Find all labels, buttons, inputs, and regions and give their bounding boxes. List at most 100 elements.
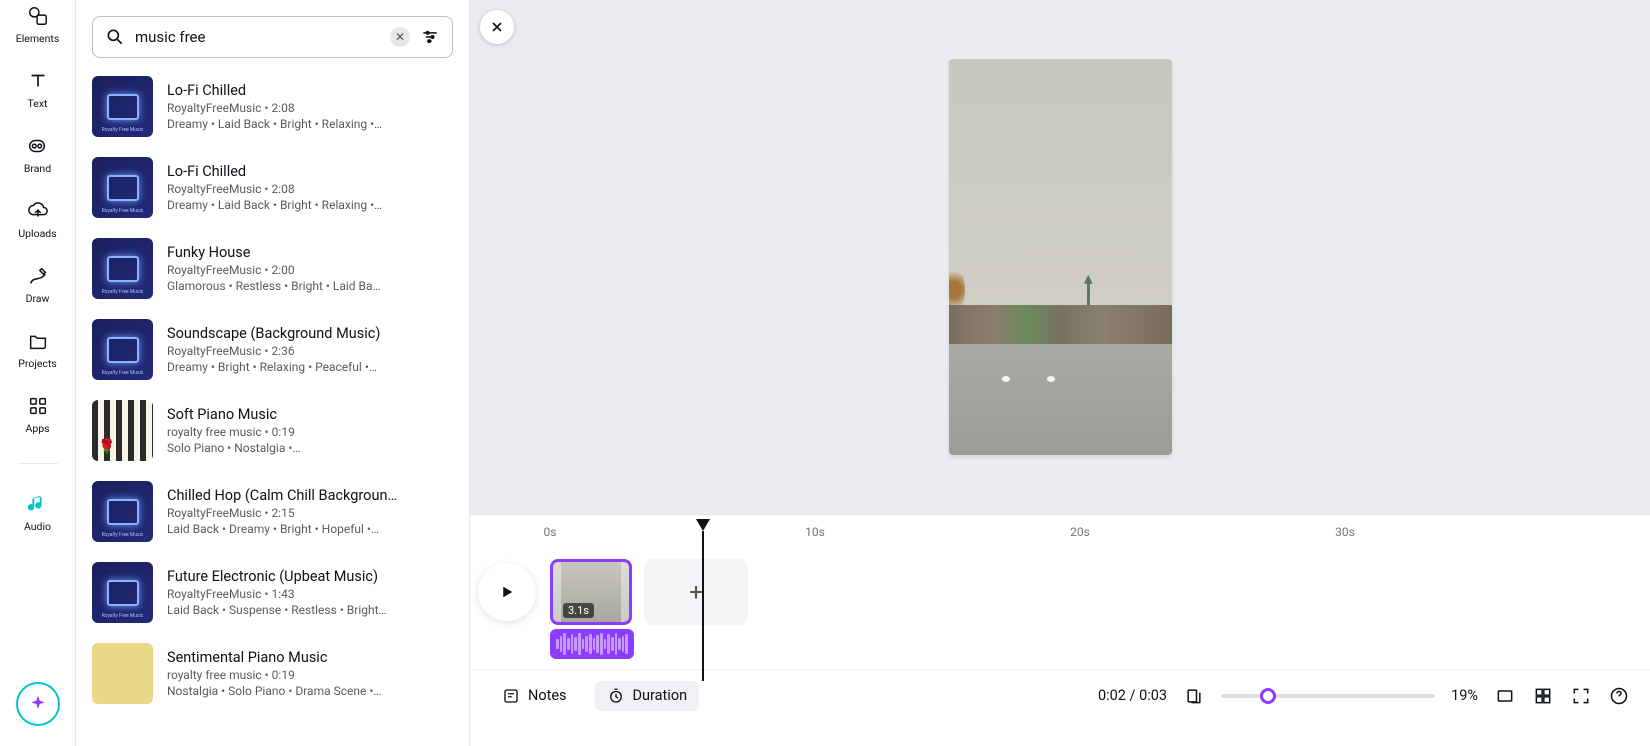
track-item[interactable]: Soft Piano Music royalty free music • 0:… (92, 390, 457, 471)
track-title: Soundscape (Background Music) (167, 325, 457, 342)
nav-projects[interactable]: Projects (18, 329, 57, 370)
close-panel-button[interactable] (480, 10, 514, 44)
track-artist: RoyaltyFreeMusic • 2:00 (167, 263, 457, 277)
track-info: Chilled Hop (Calm Chill Backgroun… Royal… (167, 481, 457, 542)
filter-icon[interactable] (418, 25, 442, 49)
playhead-line[interactable] (702, 531, 704, 681)
timeline-ruler[interactable]: 0s 10s 20s 30s (470, 515, 1650, 555)
ruler-label-0s: 0s (544, 525, 557, 539)
track-info: Future Electronic (Upbeat Music) Royalty… (167, 562, 457, 623)
track-artist: RoyaltyFreeMusic • 2:15 (167, 506, 457, 520)
track-title: Chilled Hop (Calm Chill Backgroun… (167, 487, 457, 504)
track-item[interactable]: Future Electronic (Upbeat Music) Royalty… (92, 552, 457, 633)
track-item[interactable]: Sentimental Piano Music royalty free mus… (92, 633, 457, 714)
search-input[interactable] (135, 28, 382, 46)
track-thumbnail (92, 643, 153, 704)
track-item[interactable]: Soundscape (Background Music) RoyaltyFre… (92, 309, 457, 390)
track-thumbnail (92, 319, 153, 380)
track-item[interactable]: Lo-Fi Chilled RoyaltyFreeMusic • 2:08 Dr… (92, 147, 457, 228)
audio-track-row (470, 629, 1650, 669)
timeline-footer: Notes Duration 0:02 / 0:03 19% (470, 669, 1650, 721)
audio-clip[interactable] (550, 629, 634, 659)
track-thumbnail (92, 238, 153, 299)
canvas-swan (1002, 376, 1010, 382)
timeline: 0s 10s 20s 30s 3.1s + (470, 514, 1650, 746)
nav-text-label: Text (28, 97, 48, 110)
ruler-label-10s: 10s (805, 525, 825, 539)
search-row: ✕ (76, 0, 469, 66)
play-button[interactable] (478, 563, 536, 621)
nav-audio[interactable]: Audio (24, 492, 51, 533)
left-sidebar: Elements Text Brand Uploads Draw Project… (0, 0, 76, 746)
track-title: Sentimental Piano Music (167, 649, 457, 666)
audio-icon (25, 492, 49, 516)
ruler-label-20s: 20s (1070, 525, 1090, 539)
canvas-swan (1047, 376, 1055, 382)
nav-elements[interactable]: Elements (16, 4, 60, 45)
track-info: Soundscape (Background Music) RoyaltyFre… (167, 319, 457, 380)
track-tags: Solo Piano • Nostalgia •… (167, 441, 457, 455)
duration-button[interactable]: Duration (595, 681, 700, 711)
video-clip[interactable]: 3.1s (550, 559, 632, 625)
projects-icon (26, 329, 50, 353)
track-tags: Nostalgia • Solo Piano • Drama Scene •… (167, 684, 457, 698)
duration-label: Duration (633, 687, 688, 704)
track-artist: royalty free music • 0:19 (167, 668, 457, 682)
add-clip-button[interactable]: + (644, 559, 748, 625)
draw-icon (26, 264, 50, 288)
zoom-slider[interactable] (1221, 694, 1435, 698)
nav-projects-label: Projects (18, 357, 57, 370)
canvas-water (949, 344, 1172, 455)
uploads-icon (26, 199, 50, 223)
track-thumbnail (92, 157, 153, 218)
track-info: Funky House RoyaltyFreeMusic • 2:00 Glam… (167, 238, 457, 299)
track-artist: RoyaltyFreeMusic • 2:08 (167, 101, 457, 115)
magic-button[interactable] (16, 682, 60, 726)
apps-icon (26, 394, 50, 418)
canvas-buildings (949, 305, 1172, 345)
results-list[interactable]: Lo-Fi Chilled RoyaltyFreeMusic • 2:08 Dr… (76, 66, 469, 746)
track-info: Lo-Fi Chilled RoyaltyFreeMusic • 2:08 Dr… (167, 157, 457, 218)
track-info: Sentimental Piano Music royalty free mus… (167, 643, 457, 704)
fit-icon[interactable] (1494, 685, 1516, 707)
notes-label: Notes (528, 687, 567, 704)
track-title: Lo-Fi Chilled (167, 82, 457, 99)
nav-apps-label: Apps (25, 422, 49, 435)
rail-divider (18, 463, 58, 464)
track-title: Future Electronic (Upbeat Music) (167, 568, 457, 585)
audio-panel: ✕ Lo-Fi Chilled RoyaltyFreeMusic • 2:08 … (76, 0, 470, 746)
track-thumbnail (92, 562, 153, 623)
pages-icon[interactable] (1183, 685, 1205, 707)
nav-audio-label: Audio (24, 520, 51, 533)
nav-brand-label: Brand (24, 162, 51, 175)
track-item[interactable]: Funky House RoyaltyFreeMusic • 2:00 Glam… (92, 228, 457, 309)
nav-uploads[interactable]: Uploads (18, 199, 56, 240)
grid-view-icon[interactable] (1532, 685, 1554, 707)
nav-text[interactable]: Text (26, 69, 50, 110)
track-info: Soft Piano Music royalty free music • 0:… (167, 400, 457, 461)
track-artist: RoyaltyFreeMusic • 2:08 (167, 182, 457, 196)
playhead-marker[interactable] (696, 519, 710, 531)
track-artist: royalty free music • 0:19 (167, 425, 457, 439)
canvas-area (470, 0, 1650, 514)
track-tags: Laid Back • Suspense • Restless • Bright… (167, 603, 457, 617)
main-area: 0s 10s 20s 30s 3.1s + (470, 0, 1650, 746)
track-tags: Dreamy • Bright • Relaxing • Peaceful •… (167, 360, 457, 374)
search-box: ✕ (92, 16, 453, 58)
track-title: Lo-Fi Chilled (167, 163, 457, 180)
clear-search-button[interactable]: ✕ (390, 27, 410, 47)
canvas-frame[interactable] (949, 59, 1172, 455)
nav-apps[interactable]: Apps (25, 394, 49, 435)
help-icon[interactable] (1608, 685, 1630, 707)
text-icon (26, 69, 50, 93)
ruler-label-30s: 30s (1335, 525, 1355, 539)
video-track-row: 3.1s + (470, 555, 1650, 629)
nav-draw[interactable]: Draw (26, 264, 50, 305)
track-item[interactable]: Lo-Fi Chilled RoyaltyFreeMusic • 2:08 Dr… (92, 66, 457, 147)
track-title: Soft Piano Music (167, 406, 457, 423)
zoom-slider-thumb[interactable] (1260, 688, 1276, 704)
track-item[interactable]: Chilled Hop (Calm Chill Backgroun… Royal… (92, 471, 457, 552)
nav-brand[interactable]: Brand (24, 134, 51, 175)
notes-button[interactable]: Notes (490, 681, 579, 711)
fullscreen-icon[interactable] (1570, 685, 1592, 707)
